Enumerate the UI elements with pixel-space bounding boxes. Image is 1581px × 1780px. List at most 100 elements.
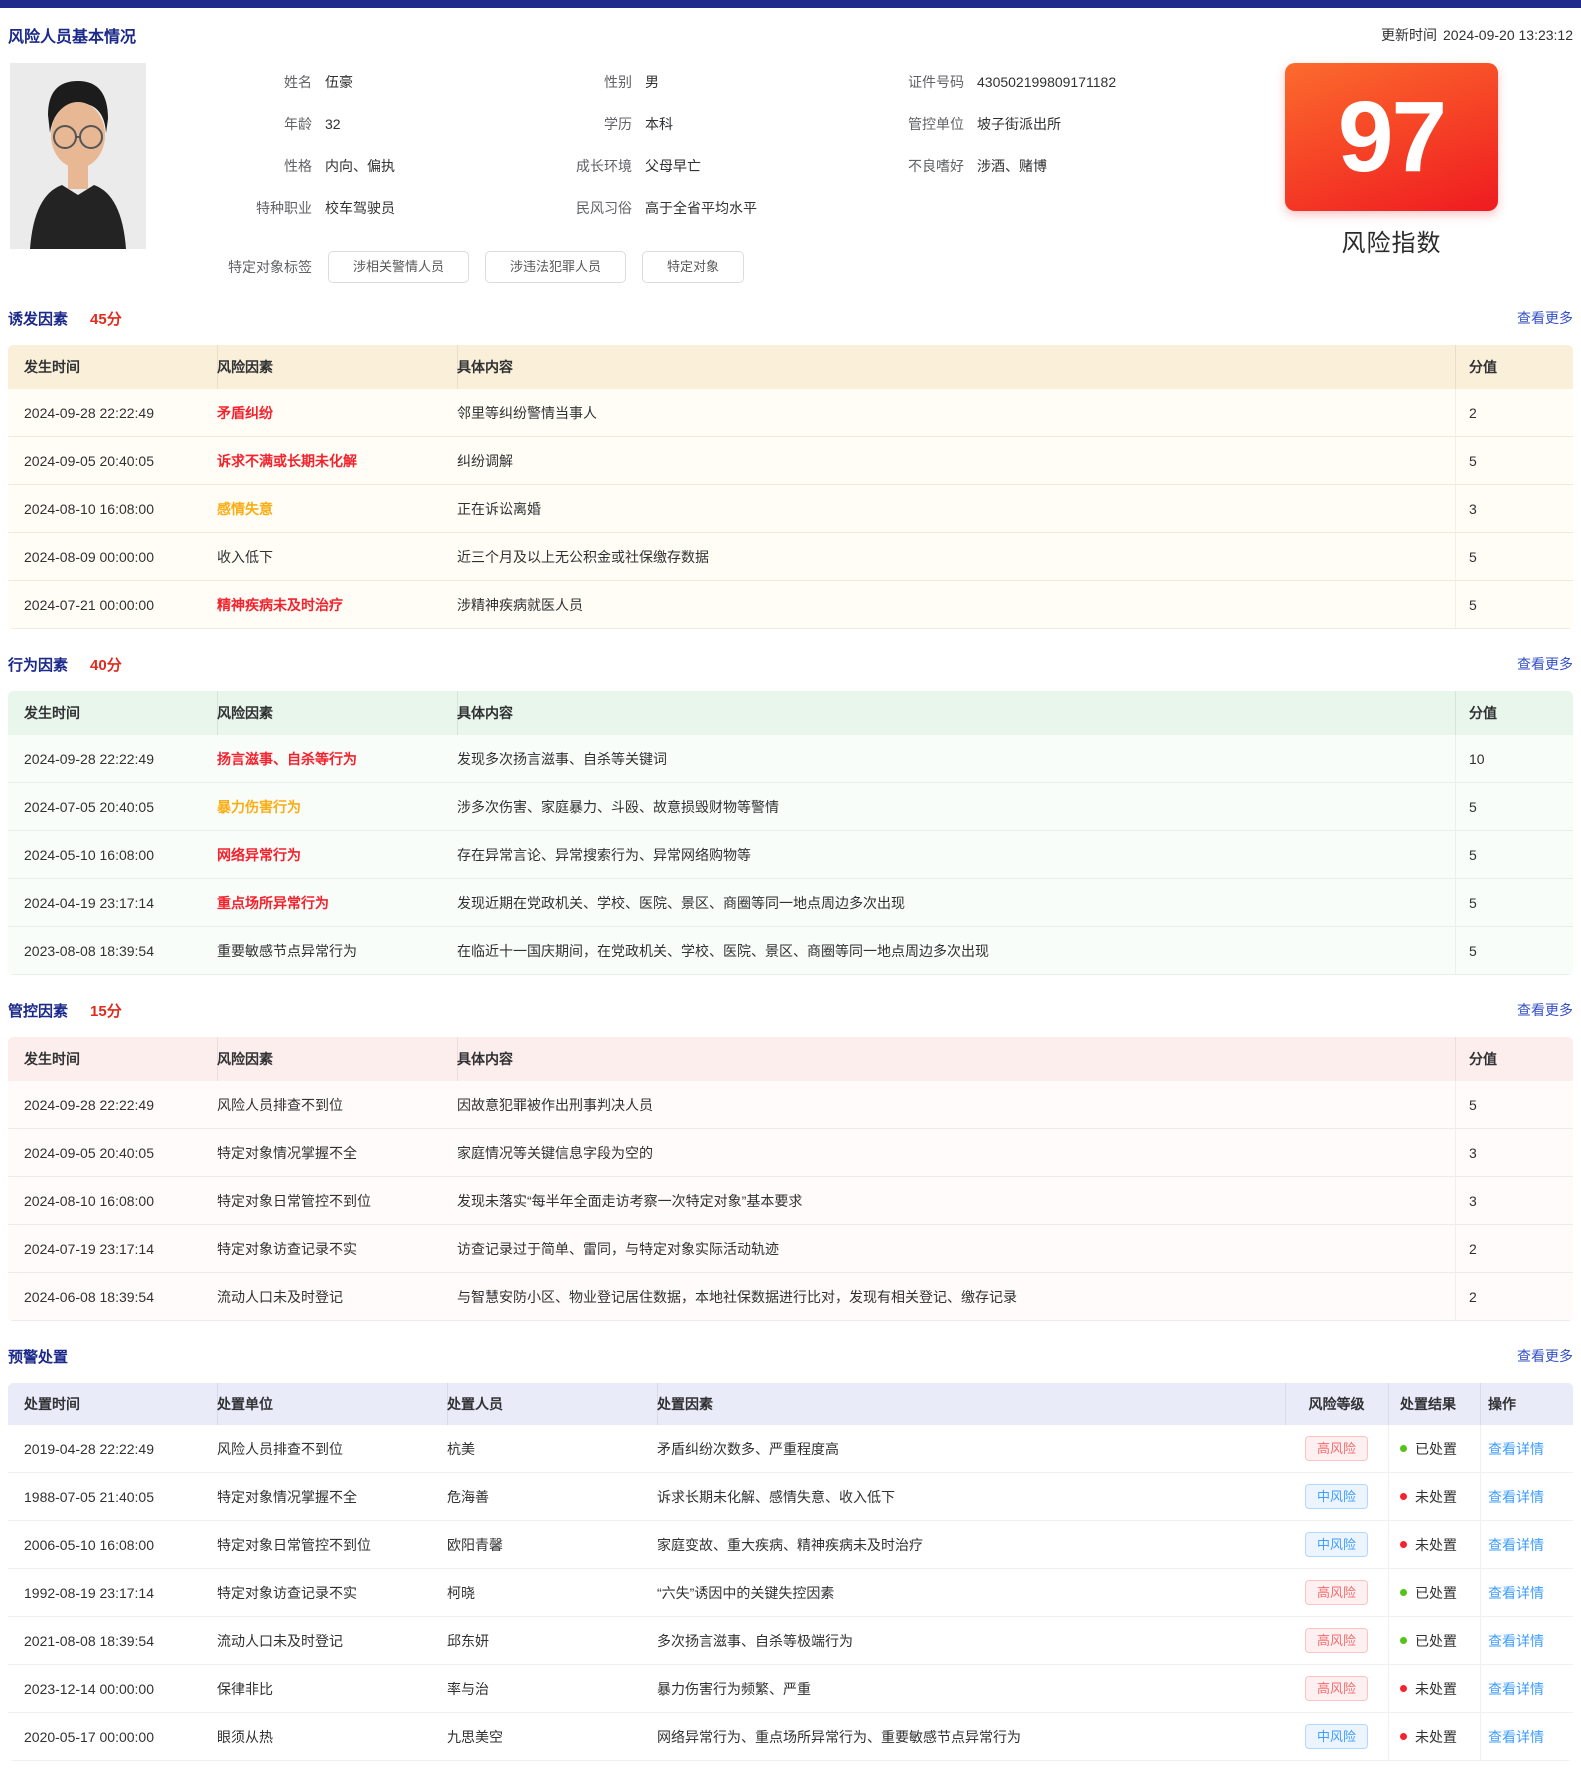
view-detail-link[interactable]: 查看详情 (1488, 1679, 1544, 1699)
row-score: 3 (1455, 1177, 1573, 1224)
field-value: 内向、偏执 (325, 156, 395, 176)
row-score: 5 (1455, 581, 1573, 628)
section-header-control: 管控因素 15分 查看更多 (8, 999, 1573, 1021)
table-row: 1988-07-05 21:40:05 特定对象情况掌握不全 危海善 诉求长期未… (8, 1473, 1573, 1521)
field-label: 民风习俗 (446, 198, 632, 218)
field-label: 性别 (446, 72, 632, 92)
view-more-link[interactable]: 查看更多 (1517, 1000, 1573, 1020)
col-header-level: 风险等级 (1285, 1383, 1388, 1425)
status-text: 未处置 (1415, 1727, 1457, 1747)
view-detail-link[interactable]: 查看详情 (1488, 1487, 1544, 1507)
table-row: 1992-08-19 23:17:14 特定对象访查记录不实 柯晓 “六失”诱因… (8, 1569, 1573, 1617)
profile-fields-col1: 姓名 伍豪 年龄 32 性格 内向、偏执 特种职业 (146, 61, 446, 249)
profile-fields-col3: 证件号码 430502199809171182 管控单位 坡子街派出所 不良嗜好… (776, 61, 1196, 249)
row-time: 2024-06-08 18:39:54 (8, 1273, 217, 1320)
row-action: 查看详情 (1480, 1521, 1573, 1568)
table-row: 2024-05-10 16:08:00 网络异常行为 存在异常言论、异常搜索行为… (8, 831, 1573, 879)
row-detail: 发现近期在党政机关、学校、医院、景区、商圈等同一地点周边多次出现 (457, 879, 1455, 926)
row-factor: 风险人员排查不到位 (217, 1081, 457, 1128)
behavior-factor-table: 发生时间 风险因素 具体内容 分值 2024-09-28 22:22:49 扬言… (8, 691, 1573, 975)
field-label: 姓名 (146, 72, 312, 92)
row-time: 2021-08-08 18:39:54 (8, 1617, 217, 1664)
row-result: 已处置 (1388, 1425, 1480, 1472)
factor-name: 流动人口未及时登记 (217, 1287, 343, 1307)
field-value: 本科 (645, 114, 673, 134)
status-dot-icon (1400, 1493, 1407, 1500)
row-detail: 存在异常言论、异常搜索行为、异常网络购物等 (457, 831, 1455, 878)
profile-fields-col2: 性别 男 学历 本科 成长环境 父母早亡 民风习俗 (446, 61, 776, 249)
view-detail-link[interactable]: 查看详情 (1488, 1535, 1544, 1555)
profile-field: 特种职业 校车驾驶员 (146, 187, 446, 229)
field-value: 涉酒、赌博 (977, 156, 1047, 176)
table-row: 2024-09-05 20:40:05 特定对象情况掌握不全 家庭情况等关键信息… (8, 1129, 1573, 1177)
row-action: 查看详情 (1480, 1569, 1573, 1616)
factor-name: 矛盾纠纷 (217, 403, 273, 423)
table-row: 2024-07-21 00:00:00 精神疾病未及时治疗 涉精神疾病就医人员 … (8, 581, 1573, 629)
factor-name: 特定对象情况掌握不全 (217, 1143, 357, 1163)
row-factor: 矛盾纠纷次数多、严重程度高 (657, 1425, 1285, 1472)
row-unit: 风险人员排查不到位 (217, 1425, 447, 1472)
row-level: 高风险 (1285, 1665, 1388, 1712)
row-factor: 特定对象日常管控不到位 (217, 1177, 457, 1224)
factor-name: 重点场所异常行为 (217, 893, 329, 913)
tags-list: 涉相关警情人员涉违法犯罪人员特定对象 (312, 251, 744, 283)
profile-field: 不良嗜好 涉酒、赌博 (776, 145, 1196, 187)
table-header: 发生时间 风险因素 具体内容 分值 (8, 1037, 1573, 1081)
row-factor: 精神疾病未及时治疗 (217, 581, 457, 628)
row-factor: 重点场所异常行为 (217, 879, 457, 926)
table-row: 2024-08-10 16:08:00 特定对象日常管控不到位 发现未落实“每半… (8, 1177, 1573, 1225)
row-detail: 正在诉讼离婚 (457, 485, 1455, 532)
table-header: 发生时间 风险因素 具体内容 分值 (8, 691, 1573, 735)
row-level: 中风险 (1285, 1521, 1388, 1568)
view-detail-link[interactable]: 查看详情 (1488, 1727, 1544, 1747)
row-person: 危海善 (447, 1473, 657, 1520)
row-person: 率与治 (447, 1665, 657, 1712)
disposal-status: 未处置 (1400, 1535, 1457, 1555)
table-header: 处置时间 处置单位 处置人员 处置因素 风险等级 处置结果 操作 (8, 1383, 1573, 1425)
row-unit: 特定对象情况掌握不全 (217, 1473, 447, 1520)
table-row: 2024-08-09 00:00:00 收入低下 近三个月及以上无公积金或社保缴… (8, 533, 1573, 581)
col-header-time: 发生时间 (8, 691, 217, 735)
view-more-link[interactable]: 查看更多 (1517, 308, 1573, 328)
disposal-status: 已处置 (1400, 1631, 1457, 1651)
disposal-status: 未处置 (1400, 1487, 1457, 1507)
factor-name: 精神疾病未及时治疗 (217, 595, 343, 615)
col-header-person: 处置人员 (447, 1383, 657, 1425)
status-text: 已处置 (1415, 1631, 1457, 1651)
risk-level-badge: 高风险 (1305, 1436, 1368, 1462)
view-detail-link[interactable]: 查看详情 (1488, 1439, 1544, 1459)
col-header-time: 发生时间 (8, 345, 217, 389)
row-time: 2024-09-28 22:22:49 (8, 735, 217, 782)
view-more-link[interactable]: 查看更多 (1517, 1346, 1573, 1366)
row-detail: 发现未落实“每半年全面走访考察一次特定对象”基本要求 (457, 1177, 1455, 1224)
status-dot-icon (1400, 1589, 1407, 1596)
col-header-score: 分值 (1455, 1037, 1573, 1081)
col-header-result: 处置结果 (1388, 1383, 1480, 1425)
field-label: 管控单位 (776, 114, 964, 134)
row-time: 2024-07-05 20:40:05 (8, 783, 217, 830)
tag-chip: 特定对象 (642, 251, 744, 283)
col-header-detail: 具体内容 (457, 1037, 1455, 1081)
disposal-status: 未处置 (1400, 1727, 1457, 1747)
row-time: 2024-07-19 23:17:14 (8, 1225, 217, 1272)
row-detail: 邻里等纠纷警情当事人 (457, 389, 1455, 436)
field-label: 性格 (146, 156, 312, 176)
update-time-label: 更新时间 (1381, 27, 1437, 43)
disposal-status: 已处置 (1400, 1439, 1457, 1459)
tag-chip: 涉相关警情人员 (328, 251, 469, 283)
row-person: 柯晓 (447, 1569, 657, 1616)
profile-field: 学历 本科 (446, 103, 776, 145)
table-row: 2024-08-10 16:08:00 感情失意 正在诉讼离婚 3 (8, 485, 1573, 533)
profile-photo (10, 63, 146, 249)
table-row: 2024-07-19 23:17:14 特定对象访查记录不实 访查记录过于简单、… (8, 1225, 1573, 1273)
view-more-link[interactable]: 查看更多 (1517, 654, 1573, 674)
factor-name: 暴力伤害行为 (217, 797, 301, 817)
section-title: 管控因素 (8, 1000, 68, 1021)
row-score: 5 (1455, 927, 1573, 974)
view-detail-link[interactable]: 查看详情 (1488, 1583, 1544, 1603)
row-factor: 扬言滋事、自杀等行为 (217, 735, 457, 782)
profile-fields: 姓名 伍豪 年龄 32 性格 内向、偏执 特种职业 (146, 51, 1196, 249)
table-row: 2020-05-17 00:00:00 眼须从热 九思美空 网络异常行为、重点场… (8, 1713, 1573, 1761)
view-detail-link[interactable]: 查看详情 (1488, 1631, 1544, 1651)
risk-level-badge: 高风险 (1305, 1676, 1368, 1702)
